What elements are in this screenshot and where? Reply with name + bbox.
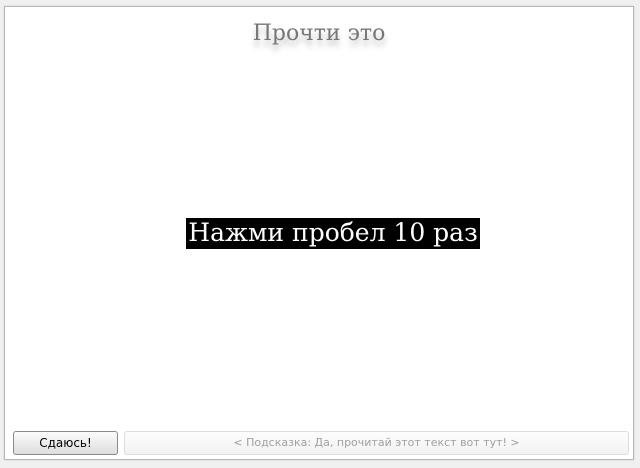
game-page: Прочти это Нажми пробел 10 раз Сдаюсь! <… [0,0,640,468]
hint-button[interactable]: < Подсказка: Да, прочитай этот текст вот… [124,431,629,455]
page-title: Прочти это [252,21,386,46]
game-frame: Прочти это Нажми пробел 10 раз Сдаюсь! <… [4,6,634,460]
give-up-button[interactable]: Сдаюсь! [13,431,118,455]
instruction-container: Нажми пробел 10 раз [5,218,633,249]
instruction-text: Нажми пробел 10 раз [186,218,480,249]
bottom-bar: Сдаюсь! < Подсказка: Да, прочитай этот т… [13,431,629,455]
